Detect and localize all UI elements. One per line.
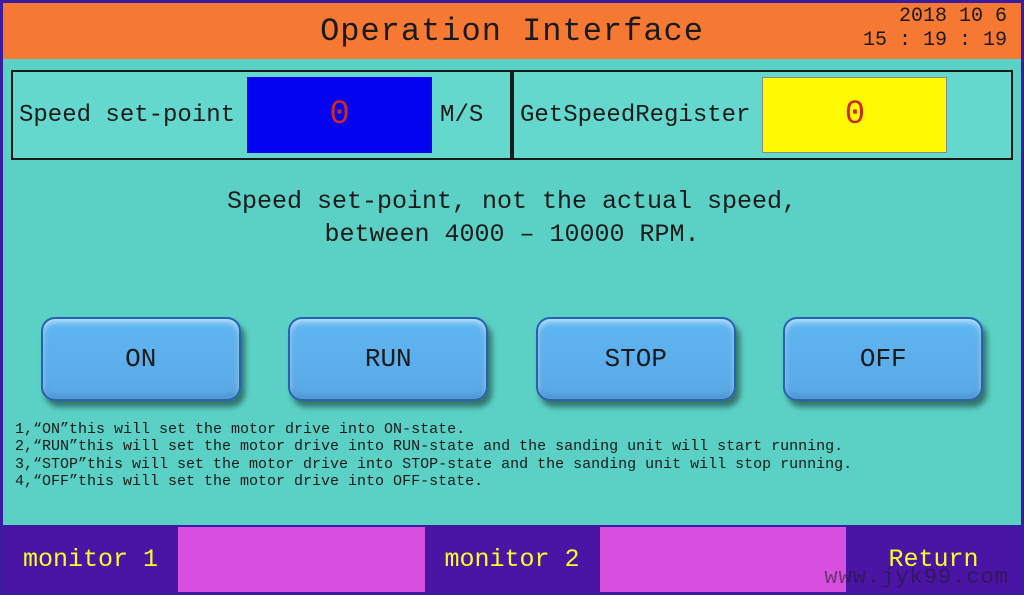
on-button[interactable]: ON	[41, 317, 241, 401]
off-button[interactable]: OFF	[783, 317, 983, 401]
header-bar: Operation Interface 2018 10 6 15 : 19 : …	[3, 3, 1021, 59]
description-text: Speed set-point, not the actual speed, b…	[3, 186, 1021, 251]
watermark-text: www.jyk99.com	[824, 565, 1009, 590]
speed-register-label: GetSpeedRegister	[514, 102, 750, 129]
run-button[interactable]: RUN	[288, 317, 488, 401]
notes-text: 1,“ON”this will set the motor drive into…	[15, 421, 1009, 490]
header-datetime: 2018 10 6 15 : 19 : 19	[863, 5, 1007, 53]
speed-setpoint-value: 0	[329, 96, 349, 134]
note-4: 4,“OFF”this will set the motor drive int…	[15, 473, 1009, 490]
description-line2: between 4000 – 10000 RPM.	[3, 219, 1021, 252]
header-date: 2018 10 6	[863, 5, 1007, 29]
footer-spacer	[600, 527, 847, 592]
note-2: 2,“RUN”this will set the motor drive int…	[15, 438, 1009, 455]
speed-setpoint-label: Speed set-point	[13, 102, 235, 129]
description-line1: Speed set-point, not the actual speed,	[3, 186, 1021, 219]
header-time: 15 : 19 : 19	[863, 29, 1007, 53]
monitor-1-button[interactable]: monitor 1	[3, 527, 178, 592]
speed-panel: Speed set-point 0 M/S GetSpeedRegister 0	[11, 70, 1013, 160]
note-1: 1,“ON”this will set the motor drive into…	[15, 421, 1009, 438]
action-button-row: ON RUN STOP OFF	[3, 317, 1021, 401]
monitor-2-button[interactable]: monitor 2	[425, 527, 600, 592]
stop-button[interactable]: STOP	[536, 317, 736, 401]
speed-unit-label: M/S	[440, 102, 483, 129]
footer-spacer	[178, 527, 425, 592]
speed-register-cell: GetSpeedRegister 0	[512, 72, 1011, 158]
speed-setpoint-input[interactable]: 0	[247, 77, 432, 153]
page-title: Operation Interface	[320, 13, 704, 50]
note-3: 3,“STOP”this will set the motor drive in…	[15, 456, 1009, 473]
speed-register-display: 0	[762, 77, 947, 153]
speed-setpoint-cell: Speed set-point 0 M/S	[13, 72, 512, 158]
speed-register-value: 0	[845, 96, 865, 134]
